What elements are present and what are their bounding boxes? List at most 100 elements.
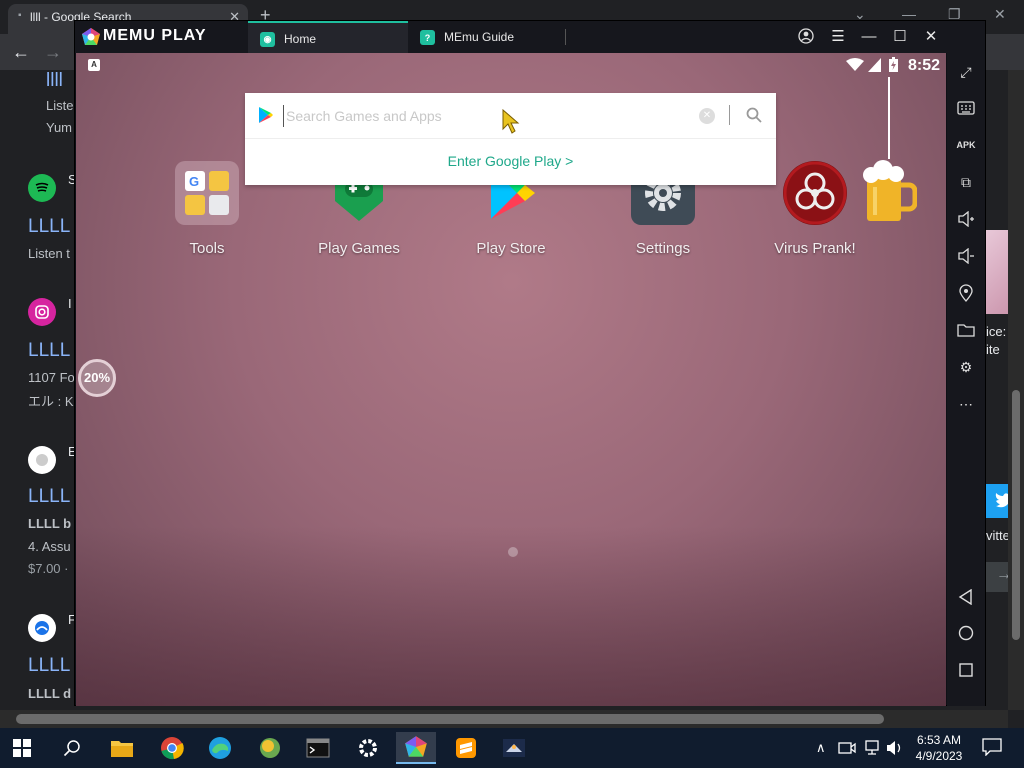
minimize-icon[interactable]: — [858, 25, 880, 47]
result-title[interactable]: LLLL [28, 340, 70, 362]
tab-home[interactable]: ◉ Home [248, 21, 408, 53]
result-price: $7.00 · [28, 561, 69, 576]
site-favicon-icon [28, 446, 56, 474]
back-icon[interactable] [953, 584, 979, 610]
keyboard-icon[interactable] [953, 95, 979, 121]
app-label: Tools [189, 240, 225, 257]
expand-icon[interactable]: ⤢ [953, 59, 979, 85]
app-label: Virus Prank! [774, 240, 856, 257]
meet-now-icon[interactable] [838, 740, 856, 759]
play-store-icon [259, 107, 273, 123]
game-icon[interactable] [494, 732, 534, 764]
start-button[interactable] [2, 732, 42, 764]
tab-separator [565, 29, 566, 45]
divider [729, 105, 730, 125]
menu-icon[interactable]: ☰ [827, 25, 849, 47]
clock-date: 4/9/2023 [915, 749, 963, 763]
volume-up-icon[interactable] [953, 206, 979, 232]
terminal-icon[interactable] [298, 732, 338, 764]
android-screen: A 8:52 G Tools Play Games Play Store Set… [76, 53, 946, 706]
tab-memu-guide[interactable]: ? MEmu Guide [408, 21, 566, 53]
folder-icon: G [175, 161, 239, 225]
multi-window-icon[interactable]: ⧉ [953, 169, 979, 195]
status-time: 8:52 [907, 57, 940, 74]
volume-down-icon[interactable] [953, 243, 979, 269]
clock-time: 6:53 AM [916, 733, 962, 747]
wifi-icon [846, 58, 864, 71]
result-snippet: 1107 Fo [28, 370, 75, 385]
progress-indicator[interactable]: 20% [78, 359, 116, 397]
forward-arrow-icon[interactable]: → [44, 42, 62, 63]
close-icon[interactable]: ✕ [994, 6, 1006, 23]
app-label: Play Store [476, 240, 546, 257]
guide-tab-icon: ? [420, 30, 435, 45]
volume-icon[interactable] [886, 740, 904, 759]
chevron-up-icon[interactable]: ∧ [816, 740, 826, 756]
wallpaper-dot [508, 547, 518, 557]
app-virus-prank[interactable]: Virus Prank! [760, 161, 870, 257]
scroll-thumb[interactable] [16, 714, 884, 724]
memu-brand: MEMU PLAY [103, 27, 207, 44]
chrome-icon[interactable] [152, 732, 192, 764]
search-input[interactable] [283, 105, 673, 127]
back-arrow-icon[interactable]: ← [12, 42, 30, 63]
svg-text:G: G [189, 174, 199, 189]
close-icon[interactable]: ✕ [920, 25, 942, 47]
notification-icon[interactable] [982, 738, 1002, 759]
memu-icon[interactable] [396, 732, 436, 764]
home-tab-icon: ◉ [260, 32, 275, 47]
enter-google-play-link[interactable]: Enter Google Play > [245, 153, 776, 169]
system-clock[interactable]: 6:53 AM 4/9/2023 [908, 732, 970, 764]
edge-icon[interactable] [200, 732, 240, 764]
sublime-icon[interactable] [446, 732, 486, 764]
instagram-icon [28, 298, 56, 326]
result-snippet: 4. Assu [28, 539, 71, 554]
search-icon[interactable] [52, 732, 92, 764]
desktop: ▪ llll - Google Search ✕ + ⌄ — ❐ ✕ ← → l… [0, 0, 1024, 768]
result-snippet: エル : K [28, 394, 74, 409]
tab-favicon: ▪ [18, 10, 22, 21]
account-icon[interactable] [795, 25, 817, 47]
taskbar: ∧ 6:53 AM 4/9/2023 [0, 728, 1024, 768]
spotify-icon [28, 174, 56, 202]
result-title[interactable]: llll [46, 70, 63, 92]
search-icon[interactable] [745, 106, 763, 124]
vertical-scrollbar[interactable] [1008, 70, 1024, 710]
result-snippet: Listen t [28, 246, 70, 261]
clear-icon[interactable]: ✕ [699, 108, 715, 124]
battery-icon [889, 57, 898, 72]
widget-string [888, 77, 890, 159]
maximize-icon[interactable]: ☐ [889, 25, 911, 47]
tab-label: Home [284, 32, 317, 46]
result-title[interactable]: LLLL [28, 486, 70, 508]
folder-icon[interactable] [953, 317, 979, 343]
result-title[interactable]: LLLL [28, 655, 70, 677]
memu-window: MEMU PLAY ◉ Home ? MEmu Guide ☰ — ☐ ✕ ‹‹… [74, 20, 986, 706]
settings-icon[interactable] [348, 732, 388, 764]
result-title[interactable]: LLLL [28, 216, 70, 238]
tab-label: MEmu Guide [444, 30, 515, 44]
app-label: Play Games [318, 240, 400, 257]
beer-mug-icon[interactable] [863, 157, 917, 223]
horizontal-scrollbar[interactable] [0, 710, 1008, 728]
settings-icon[interactable]: ⚙ [953, 354, 979, 380]
status-bar: A 8:52 [76, 53, 946, 77]
more-icon[interactable]: ⋯ [953, 391, 979, 417]
result-snippet: LLLL b [28, 516, 72, 531]
recents-icon[interactable] [953, 657, 979, 683]
mouse-cursor-icon [502, 109, 520, 134]
location-icon[interactable] [953, 280, 979, 306]
apk-icon[interactable]: APK [953, 132, 979, 158]
chevron-right-icon: > [565, 153, 574, 169]
result-site: I [68, 296, 72, 311]
site-favicon-icon [28, 614, 56, 642]
app-label: Settings [635, 240, 691, 257]
home-icon[interactable] [953, 620, 979, 646]
file-explorer-icon[interactable] [102, 732, 142, 764]
photos-icon[interactable] [250, 732, 290, 764]
biohazard-icon [783, 161, 847, 225]
network-icon[interactable] [863, 740, 881, 759]
scroll-thumb[interactable] [1012, 390, 1020, 640]
result-snippet: LLLL d [28, 686, 72, 701]
side-text: ice: [986, 324, 1007, 339]
